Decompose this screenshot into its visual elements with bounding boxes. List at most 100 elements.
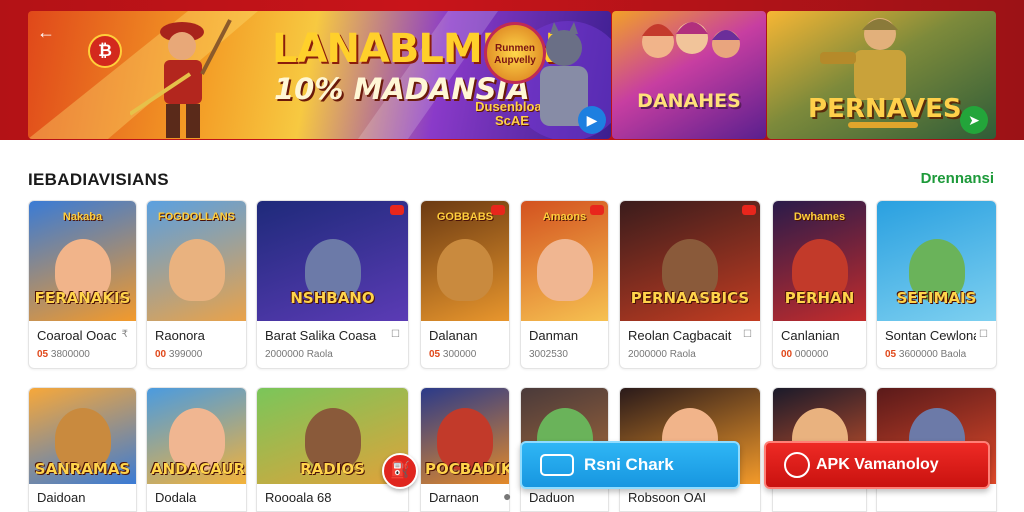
game-thumbnail[interactable]: SEFIMAIS <box>877 201 996 321</box>
game-card[interactable]: NSHBANO Barat Salika Coasa ☐ 2000000 Rao… <box>256 200 409 369</box>
game-thumb-title: NSHBANO <box>290 289 375 307</box>
game-card[interactable]: POCBADIKE Darnaon <box>420 387 510 512</box>
game-meta-count: 3600000 Baola <box>898 349 967 360</box>
hot-tag-icon <box>590 205 604 215</box>
game-meta-rate: 00 <box>781 349 793 360</box>
game-meta-count: 399000 <box>168 349 203 360</box>
game-name: Robsoon OAI <box>628 490 707 505</box>
game-name: Sontan Cewlona <box>885 328 976 343</box>
game-thumbnail[interactable]: Amaons <box>521 201 608 321</box>
game-name: Daduon <box>529 490 575 505</box>
game-character-art <box>168 239 225 301</box>
heroes-group-illustration <box>642 22 740 58</box>
game-thumbnail[interactable]: Dwhames PERHAN <box>773 201 866 321</box>
back-arrow-icon[interactable]: ← <box>36 22 56 42</box>
game-thumbnail[interactable]: NSHBANO <box>257 201 408 321</box>
game-meta-rate: 05 <box>37 349 49 360</box>
share-icon[interactable]: ➤ <box>960 106 988 134</box>
game-name: Barat Salika Coasa <box>265 328 377 343</box>
game-meta-count: 300000 <box>442 349 477 360</box>
game-thumb-title: PERNAASBICS <box>630 289 750 307</box>
game-thumb-caption: Nakaba <box>62 211 103 223</box>
chat-icon <box>540 454 574 476</box>
knight-hero-illustration <box>820 18 906 100</box>
chat-button-label: Rsni Chark <box>584 455 674 474</box>
game-thumb-title: SEFIMAIS <box>896 289 977 307</box>
game-name: Dalanan <box>429 328 478 343</box>
location-pin-icon[interactable]: ● <box>503 488 519 508</box>
game-card[interactable]: Dwhames PERHAN Canlanian 00 000000 <box>772 200 867 369</box>
game-meta: 00 399000 <box>155 349 202 360</box>
game-thumb-title: POCBADIKE <box>425 460 509 478</box>
game-meta: 05 3600000 Baola <box>885 349 966 360</box>
play-icon[interactable]: ▶ <box>578 106 606 134</box>
banner-second-title: DANAHES <box>637 90 741 112</box>
game-thumbnail[interactable]: Nakaba FERANAKIS <box>29 201 136 321</box>
game-card[interactable]: GOBBABS Dalanan 05 300000 <box>420 200 510 369</box>
game-name: Roooala 68 <box>265 490 332 505</box>
game-name: Dodala <box>155 490 197 505</box>
gift-fab-button[interactable]: ⛽ <box>382 453 418 489</box>
game-meta-rate: 00 <box>155 349 167 360</box>
game-name: Danman <box>529 328 579 343</box>
game-meta-count: 3002530 <box>529 349 568 360</box>
game-side-icon: ☐ <box>391 329 400 340</box>
game-name: Reolan Cagbacait <box>628 328 732 343</box>
game-character-art <box>536 239 593 301</box>
game-name: Raonora <box>155 328 205 343</box>
game-thumb-title: ANDACAUR <box>151 460 246 478</box>
hot-tag-icon <box>491 205 505 215</box>
game-thumb-title: SANRAMAS <box>34 460 131 478</box>
game-name: Coaroal Ooaoe <box>37 328 116 343</box>
game-thumbnail[interactable]: ANDACAUR <box>147 388 246 484</box>
game-thumbnail[interactable]: FOGDOLLANS <box>147 201 246 321</box>
game-character-art <box>437 239 493 301</box>
game-thumb-caption: Dwhames <box>793 211 846 223</box>
game-card[interactable]: SANRAMAS Daidoan <box>28 387 137 512</box>
game-side-icon: ☐ <box>743 329 752 340</box>
game-meta: 00 000000 <box>781 349 828 360</box>
game-thumb-title: FERANAKIS <box>34 289 131 307</box>
game-thumbnail[interactable]: POCBADIKE <box>421 388 509 484</box>
warrior-hero-illustration <box>130 19 232 138</box>
game-meta-count: 2000000 Raola <box>628 349 696 360</box>
game-meta: 05 3800000 <box>37 349 90 360</box>
game-card[interactable]: RADIOS Roooala 68 <box>256 387 409 512</box>
game-card[interactable]: Nakaba FERANAKIS Coaroal Ooaoe ₹ 05 3800… <box>28 200 137 369</box>
game-meta-rate: 05 <box>429 349 441 360</box>
game-side-icon: ₹ <box>121 329 128 340</box>
section-see-all-link[interactable]: Drennansi <box>921 170 994 187</box>
game-meta-count: 3800000 <box>50 349 90 360</box>
game-thumbnail[interactable]: SANRAMAS <box>29 388 136 484</box>
game-side-icon: ☐ <box>979 329 988 340</box>
game-card[interactable]: ANDACAUR Dodala <box>146 387 247 512</box>
banner-third-title: PERNAVES <box>808 94 962 124</box>
game-card[interactable]: Amaons Danman 3002530 <box>520 200 609 369</box>
game-meta: 3002530 <box>529 349 568 360</box>
game-meta: 2000000 Raola <box>628 349 696 360</box>
game-card[interactable]: SEFIMAIS Sontan Cewlona ☐ 05 3600000 Bao… <box>876 200 997 369</box>
banner-third-underline <box>848 122 918 128</box>
game-name: Daidoan <box>37 490 86 505</box>
game-meta: 05 300000 <box>429 349 476 360</box>
game-card[interactable]: PERNAASBICS Reolan Cagbacait ☐ 2000000 R… <box>619 200 761 369</box>
game-thumbnail[interactable]: GOBBABS <box>421 201 509 321</box>
chat-button[interactable]: Rsni Chark <box>520 441 740 489</box>
apk-download-label: APK Vamanoloy <box>816 456 939 473</box>
game-meta-count: 2000000 Raola <box>265 349 333 360</box>
game-meta-rate: 05 <box>885 349 897 360</box>
game-meta: 2000000 Raola <box>265 349 333 360</box>
game-name: Darnaon <box>429 490 479 505</box>
download-icon <box>784 452 810 478</box>
hot-tag-icon <box>390 205 404 215</box>
game-thumb-title: PERHAN <box>784 289 855 307</box>
apk-download-button[interactable]: APK Vamanoloy <box>764 441 990 489</box>
section-title: IEBADIAVISIANS <box>28 170 169 189</box>
game-thumbnail[interactable]: PERNAASBICS <box>620 201 760 321</box>
game-name: Canlanian <box>781 328 840 343</box>
game-thumb-caption: FOGDOLLANS <box>158 211 235 223</box>
game-card[interactable]: FOGDOLLANS Raonora 00 399000 <box>146 200 247 369</box>
currency-badge-icon[interactable]: ₿ <box>88 34 122 68</box>
game-meta-count: 000000 <box>794 349 829 360</box>
hot-tag-icon <box>742 205 756 215</box>
